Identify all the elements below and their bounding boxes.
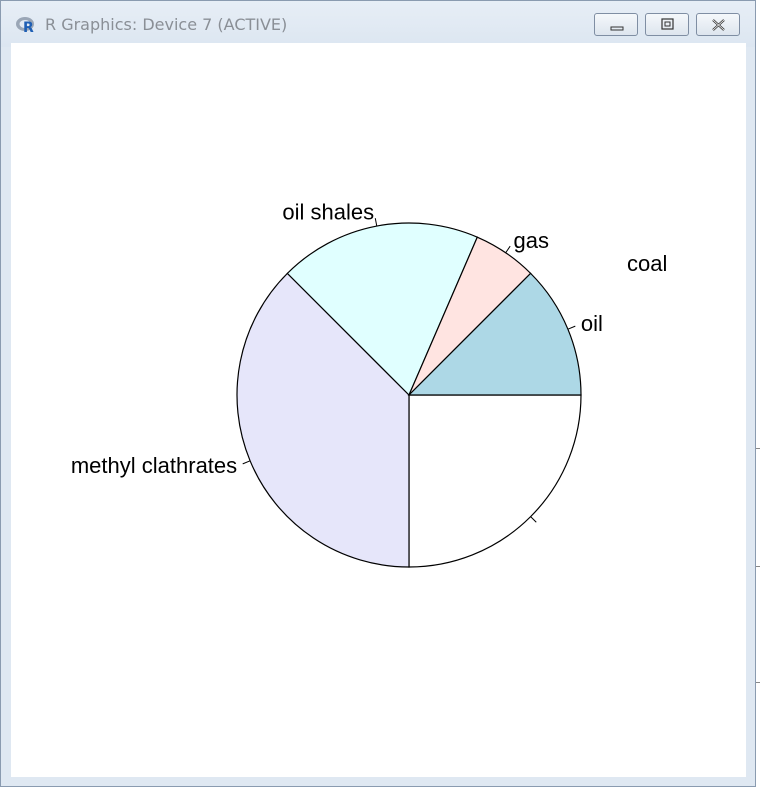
close-icon [712,19,725,31]
pie-label-tick [374,218,378,227]
close-button[interactable] [696,13,740,36]
maximize-button[interactable] [645,13,689,36]
background-edge-mark [756,566,760,567]
plot-area: coal methyl clathrates oil shales gas oil [11,43,746,777]
window-title: R Graphics: Device 7 (ACTIVE) [45,15,288,34]
maximize-icon [661,18,674,30]
background-edge-mark [756,682,760,683]
minimize-button[interactable] [594,13,638,36]
background-edge [756,40,760,780]
pie-label-methyl-clathrates: methyl clathrates [71,453,237,478]
pie-label-oil-shales: oil shales [282,199,374,224]
r-graphics-window: R R Graphics: Device 7 (ACTIVE) coal meth… [0,0,756,787]
svg-text:R: R [23,20,34,35]
minimize-icon [610,26,624,31]
r-logo-icon: R [15,15,37,36]
pie-label-coal: coal [627,251,667,276]
background-edge-mark [756,448,760,449]
pie-label-tick [530,516,537,523]
title-bar[interactable]: R R Graphics: Device 7 (ACTIVE) [1,1,755,47]
pie-slice-coal [408,394,582,568]
pie-label-tick [505,245,511,254]
pie-label-tick [242,460,251,465]
pie-chart: coal methyl clathrates oil shales gas oil [71,199,667,568]
pie-label-gas: gas [514,228,549,253]
pie-label-oil: oil [581,311,603,336]
pie-label-tick [567,325,576,330]
